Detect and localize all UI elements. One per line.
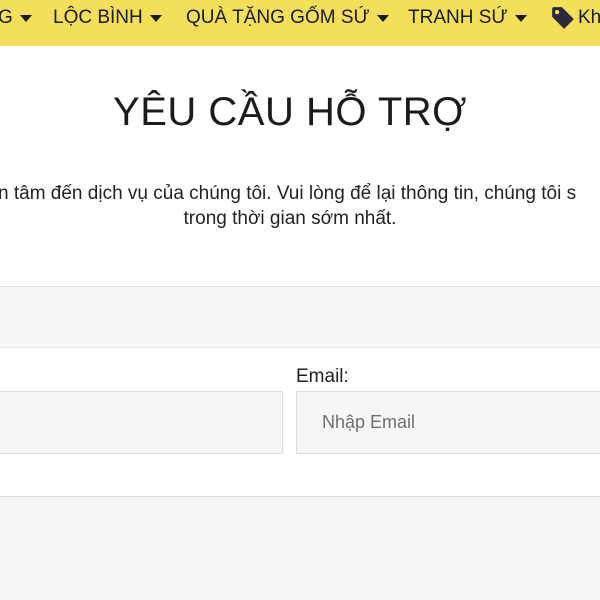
nav-item-tranh-su[interactable]: TRANH SỨ [408, 0, 527, 36]
caret-down-icon [149, 14, 162, 22]
email-label: Email: [296, 366, 349, 387]
nav-item-label: G [0, 7, 13, 28]
top-navbar: G LỘC BÌNH QUÀ TẶNG GỐM SỨ TRANH SỨ Kh [0, 0, 600, 46]
form-section-header [0, 286, 600, 348]
intro-text-line-2: trong thời gian sớm nhất. [183, 208, 397, 229]
nav-item-qua-tang-gom-su[interactable]: QUÀ TẶNG GỐM SỨ [186, 0, 389, 36]
nav-item-loc-binh[interactable]: LỘC BÌNH [53, 0, 162, 36]
tag-icon [552, 7, 574, 29]
caret-down-icon [19, 14, 32, 22]
email-field[interactable] [296, 391, 600, 454]
caret-down-icon [376, 14, 389, 22]
intro-text-line-1: n tâm đến dịch vụ của chúng tôi. Vui lòn… [0, 183, 577, 204]
caret-down-icon [514, 14, 527, 22]
page-title: YÊU CẦU HỖ TRỢ [113, 90, 467, 134]
nav-item-partial[interactable]: G [0, 0, 32, 36]
nav-item-label: TRANH SỨ [408, 7, 508, 28]
name-field[interactable] [0, 391, 283, 454]
nav-item-label: Kh [578, 7, 600, 28]
nav-item-khuyen-mai[interactable]: Kh [550, 0, 600, 36]
nav-item-label: QUÀ TẶNG GỐM SỨ [186, 7, 370, 28]
message-textarea-area[interactable] [0, 496, 600, 600]
nav-item-label: LỘC BÌNH [53, 7, 143, 28]
